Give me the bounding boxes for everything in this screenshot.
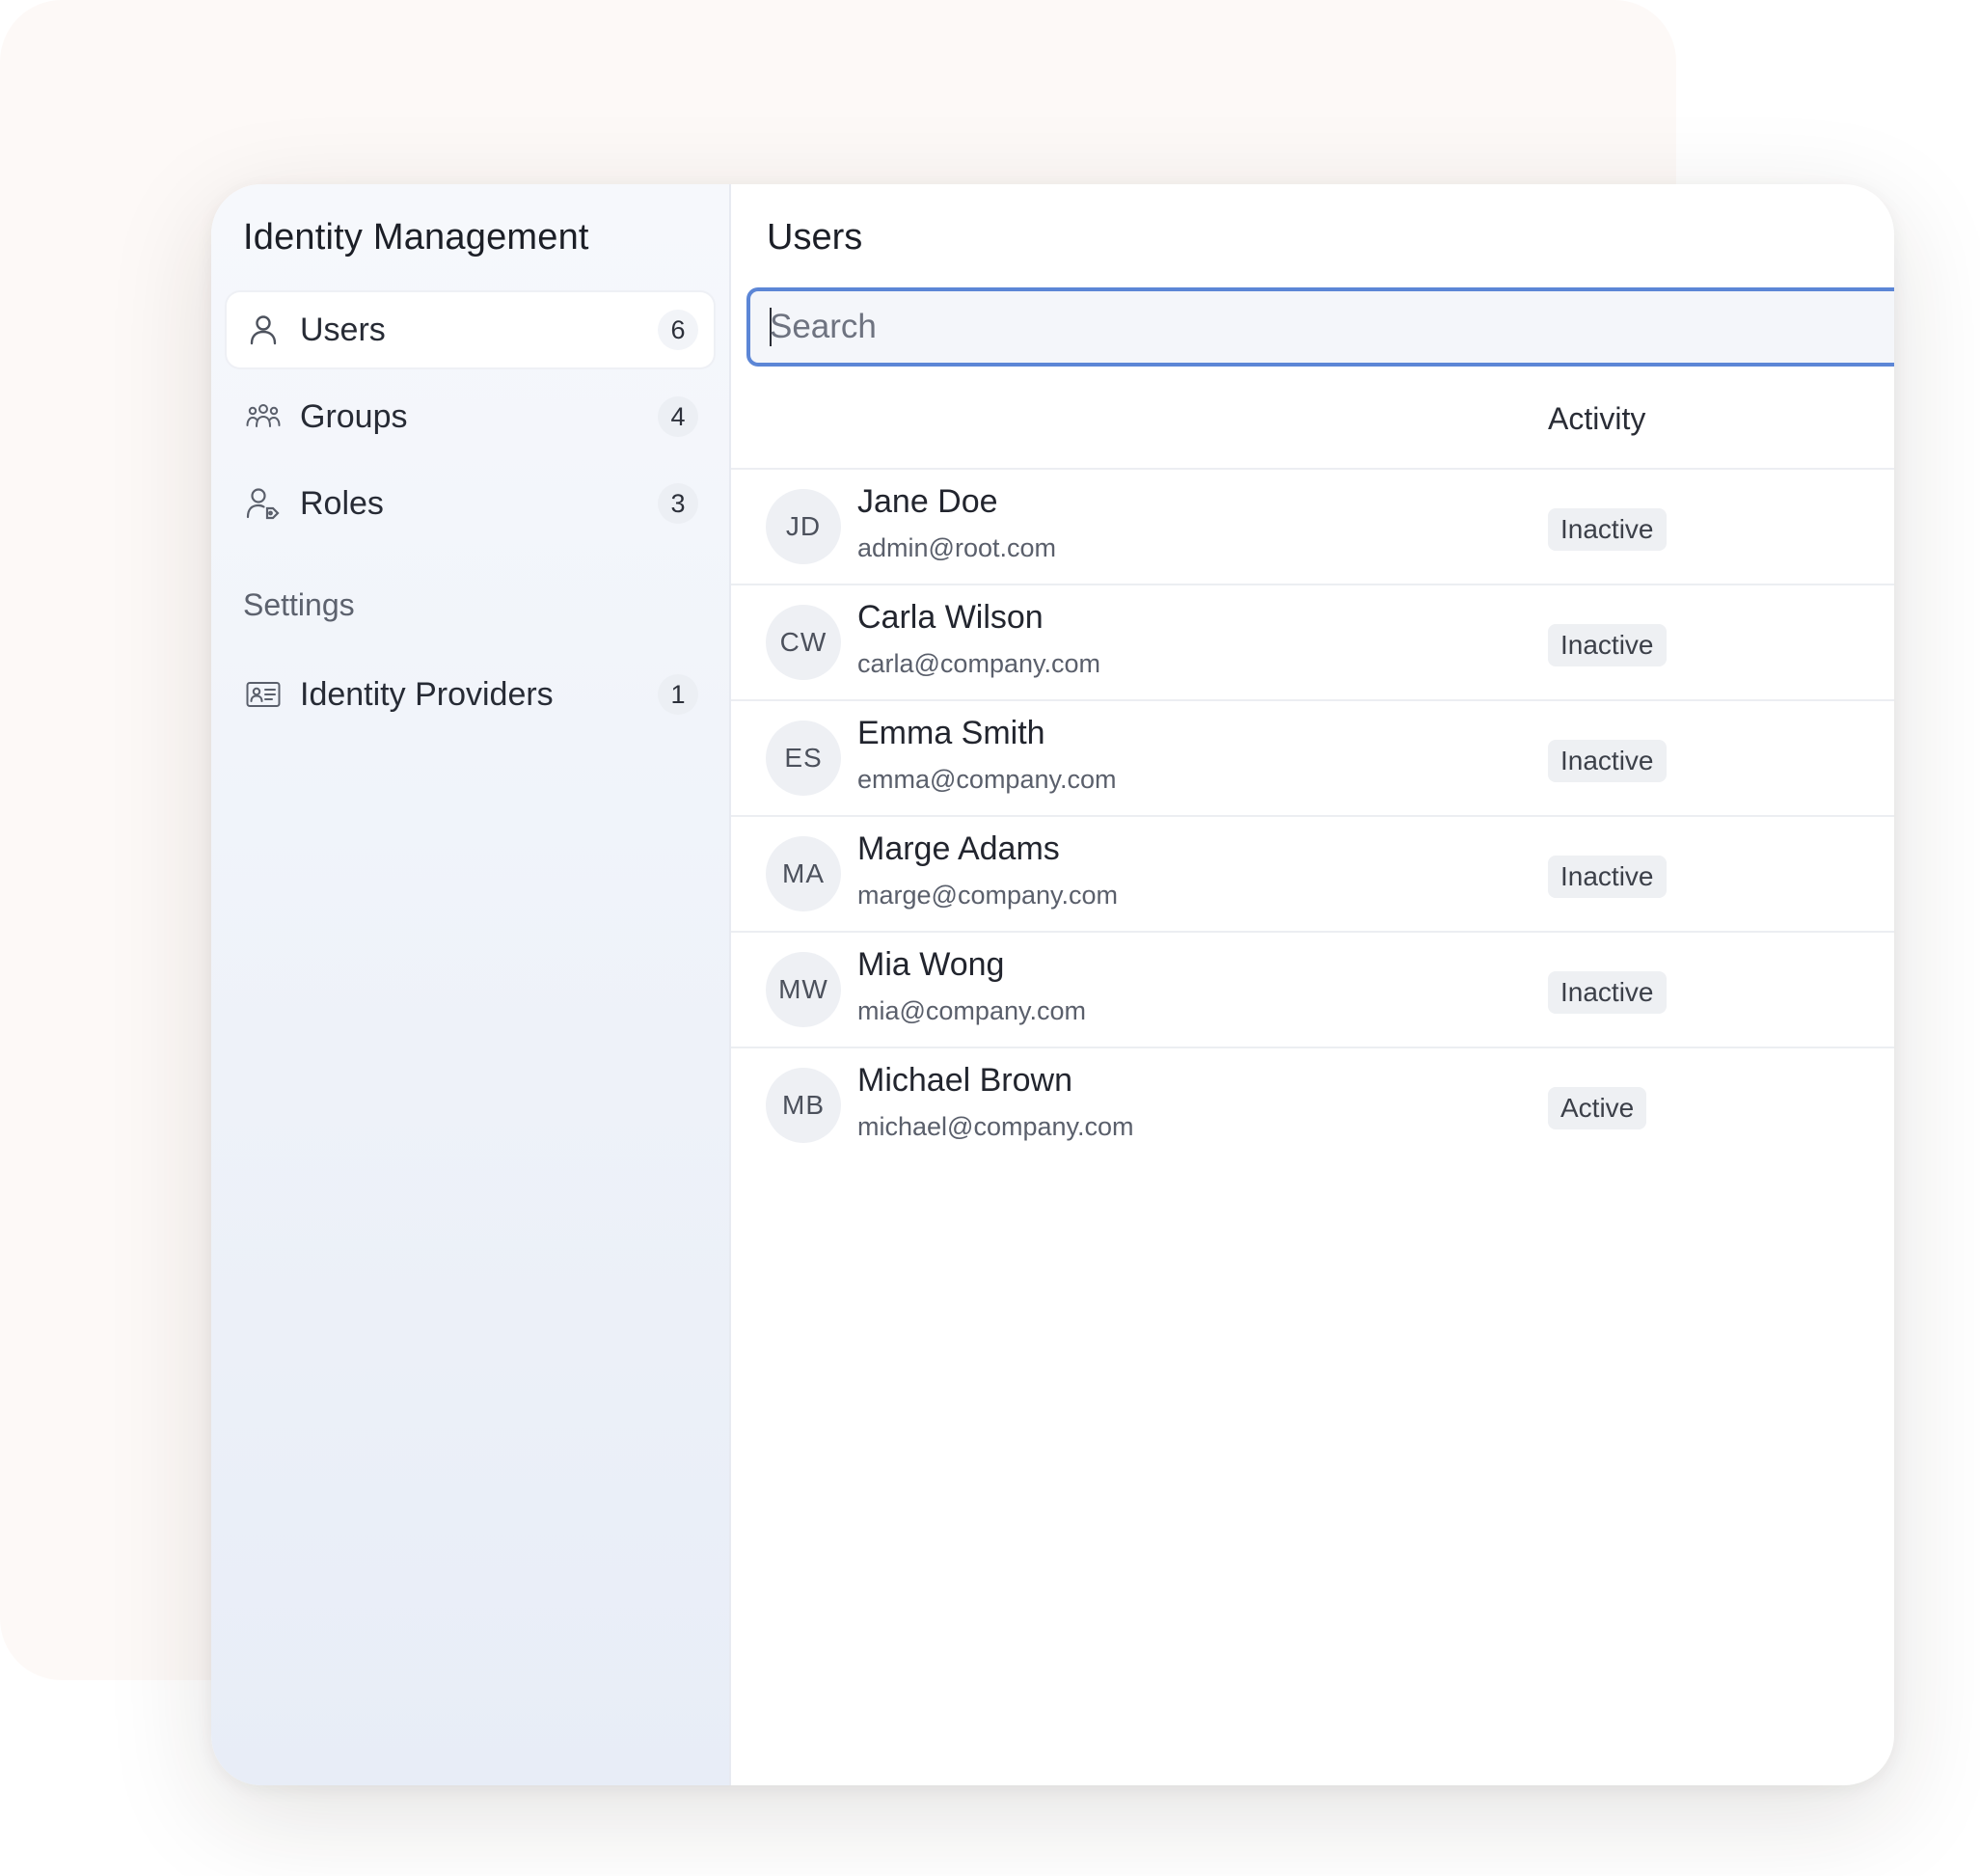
id-card-icon	[243, 674, 284, 715]
role-icon	[243, 483, 284, 524]
table-row[interactable]: MB Michael Brown michael@company.com Act…	[731, 1048, 1894, 1164]
table-row[interactable]: MA Marge Adams marge@company.com Inactiv…	[731, 817, 1894, 933]
sidebar-item-label: Roles	[300, 484, 384, 522]
app-window: Identity Management Users 6 Groups 4 Rol…	[211, 184, 1894, 1785]
user-email: admin@root.com	[857, 533, 1056, 562]
count-badge: 4	[658, 396, 698, 437]
status-badge: Active	[1548, 1087, 1647, 1129]
user-name: Emma Smith	[857, 715, 1045, 751]
user-email: marge@company.com	[857, 881, 1118, 910]
search-box[interactable]	[746, 287, 1894, 367]
sidebar-item-label: Groups	[300, 397, 408, 435]
user-name: Jane Doe	[857, 483, 998, 520]
status-badge: Inactive	[1548, 740, 1667, 782]
avatar: MA	[766, 836, 841, 911]
page: Identity Management Users 6 Groups 4 Rol…	[0, 0, 1980, 1876]
avatar: MB	[766, 1068, 841, 1143]
user-email: mia@company.com	[857, 996, 1086, 1025]
count-badge: 6	[658, 310, 698, 350]
sidebar-item-label: Identity Providers	[300, 675, 554, 713]
settings-section-label: Settings	[243, 587, 355, 622]
table-row[interactable]: ES Emma Smith emma@company.com Inactive	[731, 701, 1894, 817]
table-row[interactable]: MW Mia Wong mia@company.com Inactive	[731, 933, 1894, 1048]
table-header: Activity	[731, 378, 1894, 470]
table-row[interactable]: JD Jane Doe admin@root.com Inactive	[731, 470, 1894, 585]
status-badge: Inactive	[1548, 508, 1667, 551]
user-name: Michael Brown	[857, 1062, 1072, 1099]
table-row[interactable]: CW Carla Wilson carla@company.com Inacti…	[731, 585, 1894, 701]
sidebar-item-users[interactable]: Users 6	[227, 292, 714, 367]
count-badge: 3	[658, 483, 698, 524]
sidebar-item-identity-providers[interactable]: Identity Providers 1	[227, 657, 714, 732]
status-badge: Inactive	[1548, 624, 1667, 666]
sidebar-item-roles[interactable]: Roles 3	[227, 466, 714, 541]
user-name: Marge Adams	[857, 830, 1060, 867]
sidebar: Identity Management Users 6 Groups 4 Rol…	[211, 184, 731, 1785]
user-email: michael@company.com	[857, 1112, 1134, 1141]
user-email: carla@company.com	[857, 649, 1100, 678]
avatar: ES	[766, 720, 841, 796]
user-list: JD Jane Doe admin@root.com Inactive CW C…	[731, 470, 1894, 1164]
avatar: MW	[766, 952, 841, 1027]
user-email: emma@company.com	[857, 765, 1117, 794]
sidebar-item-label: Users	[300, 311, 386, 348]
search-input[interactable]	[770, 308, 1894, 346]
status-badge: Inactive	[1548, 971, 1667, 1014]
user-name: Mia Wong	[857, 946, 1005, 983]
user-name: Carla Wilson	[857, 599, 1044, 636]
group-icon	[243, 396, 284, 437]
avatar: CW	[766, 605, 841, 680]
count-badge: 1	[658, 674, 698, 715]
user-icon	[243, 310, 284, 350]
status-badge: Inactive	[1548, 856, 1667, 898]
avatar: JD	[766, 489, 841, 564]
app-title: Identity Management	[243, 217, 589, 258]
page-title: Users	[767, 217, 863, 258]
main-panel: Users Activity JD Jane Doe admin@root.co…	[731, 184, 1894, 1785]
column-header-activity[interactable]: Activity	[1548, 401, 1645, 437]
sidebar-item-groups[interactable]: Groups 4	[227, 379, 714, 454]
